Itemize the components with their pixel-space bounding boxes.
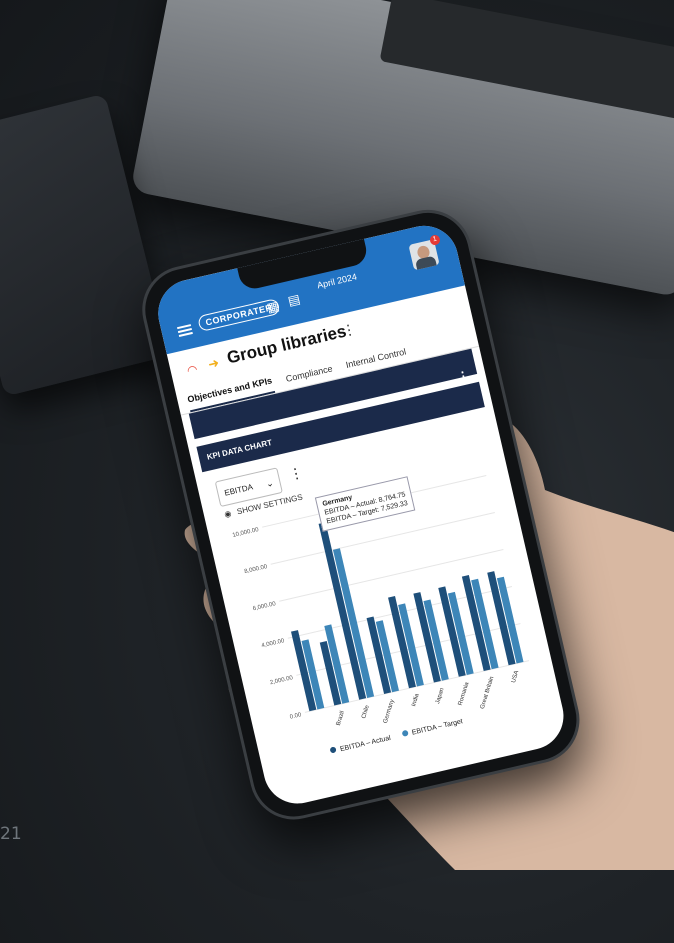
phone-screen: CORPORATER ▦ ▤ April 2024 1 ◠ ➜ Group li…: [151, 219, 571, 811]
avatar-shoulders: [414, 255, 438, 271]
kpi-select-value: EBITDA: [223, 482, 254, 498]
photo-scene: 21 CORPORATER ▦ ▤ April 2024 1 ◠ ➜ Group…: [0, 0, 674, 943]
x-tick-label: Romania: [458, 681, 471, 706]
section-title: KPI DATA CHART: [206, 437, 273, 462]
x-tick-label: Brazil: [336, 710, 346, 726]
y-tick-label: 6,000.00: [252, 601, 277, 612]
y-tick-label: 10,000.00: [232, 527, 260, 539]
phone-body: CORPORATER ▦ ▤ April 2024 1 ◠ ➜ Group li…: [133, 201, 589, 829]
chart-kebab-icon[interactable]: ⋮: [287, 464, 304, 484]
background-text: 21: [0, 824, 22, 844]
gridline: [270, 511, 495, 565]
arrow-right-icon: ➜: [206, 354, 221, 372]
kebab-menu-icon[interactable]: ⋮: [340, 320, 357, 340]
legend-target-swatch: [401, 729, 409, 737]
y-tick-label: 2,000.00: [269, 675, 294, 686]
x-tick-label: USA: [511, 670, 520, 684]
dashboard-icon[interactable]: ▦: [265, 298, 281, 316]
x-tick-label: Japan: [435, 687, 446, 704]
x-tick-label: Germany: [383, 699, 396, 724]
menu-icon[interactable]: [176, 324, 193, 337]
chevron-down-icon: ⌄: [264, 477, 275, 490]
y-tick-label: 4,000.00: [261, 638, 286, 649]
period-selector[interactable]: April 2024: [316, 272, 358, 291]
legend-actual-swatch: [329, 746, 337, 754]
x-tick-label: India: [411, 692, 421, 707]
laptop-keyboard: [379, 0, 674, 130]
x-tick-label: Chile: [361, 704, 371, 719]
gauge-icon: ◠: [185, 361, 199, 378]
y-tick-label: 8,000.00: [244, 564, 269, 575]
clipboard-icon[interactable]: ▤: [286, 291, 302, 309]
y-tick-label: 0.00: [289, 712, 302, 721]
x-tick-label: Great Britain: [480, 676, 496, 710]
phone: CORPORATER ▦ ▤ April 2024 1 ◠ ➜ Group li…: [44, 201, 589, 829]
